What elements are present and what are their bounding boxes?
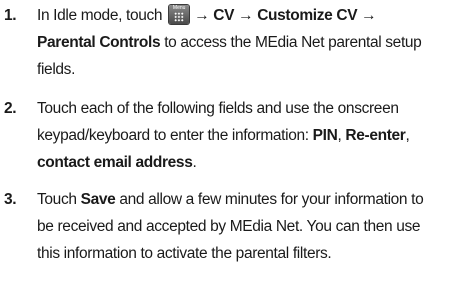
step-text-segment: keypad/keyboard to enter the information… [37, 127, 313, 144]
step-number: 3. [4, 191, 17, 208]
step-line: Touch each of the following fields and u… [37, 95, 469, 122]
step-text-segment: be received and accepted by MEdia Net. Y… [37, 218, 421, 235]
step-text-segment: fields. [37, 61, 76, 78]
step-text-segment: Touch [37, 191, 81, 208]
step-line: fields. [37, 56, 469, 83]
menu-key-label: Menu [172, 5, 186, 11]
step-text: Touch Save and allow a few minutes for y… [37, 186, 469, 267]
instruction-list: 1. In Idle mode, touch Menu → CV → Customi… [0, 0, 473, 283]
menu-path: → CV → Customize CV → [194, 7, 377, 24]
menu-key-icon: Menu [169, 5, 190, 24]
menu-grid-icon [174, 12, 185, 22]
step-text: Touch each of the following fields and u… [37, 95, 469, 176]
step-text: In Idle mode, touch Menu → CV → Customize … [37, 2, 469, 83]
step-line: this information to activate the parenta… [37, 240, 469, 267]
field-contact-email: contact email address [37, 154, 193, 171]
step-text-segment: to access the MEdia Net parental setup [160, 34, 422, 51]
save-label: Save [80, 191, 116, 208]
step-number: 2. [4, 100, 17, 117]
step-text-segment: Touch each of the following fields and u… [37, 100, 399, 117]
field-pin: PIN [312, 127, 338, 144]
step-line: Touch Save and allow a few minutes for y… [37, 186, 469, 213]
step-line: In Idle mode, touch Menu → CV → Customize … [37, 2, 469, 29]
step-line: contact email address. [37, 149, 469, 176]
field-re-enter: Re-enter [345, 127, 406, 144]
step-text-segment: . [192, 154, 197, 171]
menu-path-end: Parental Controls [37, 34, 161, 51]
step-line: Parental Controls to access the MEdia Ne… [37, 29, 469, 56]
step-number: 1. [4, 7, 17, 24]
step-text-segment: this information to activate the parenta… [37, 245, 332, 262]
step-text-segment: In Idle mode, touch [37, 7, 163, 24]
step-text-segment: and allow a few minutes for your informa… [115, 191, 424, 208]
step-line: keypad/keyboard to enter the information… [37, 122, 469, 149]
step-text-segment: , [405, 127, 410, 144]
step-line: be received and accepted by MEdia Net. Y… [37, 213, 469, 240]
